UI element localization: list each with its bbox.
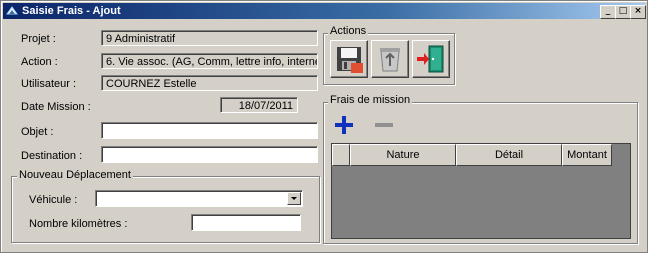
reset-button[interactable] bbox=[371, 40, 409, 78]
frais-title: Frais de mission bbox=[328, 94, 413, 106]
action-label: Action : bbox=[21, 56, 58, 68]
action-field: 6. Vie assoc. (AG, Comm, lettre info, in… bbox=[101, 53, 318, 69]
projet-label: Projet : bbox=[21, 33, 56, 45]
vehicule-select[interactable] bbox=[95, 190, 303, 207]
vehicule-label: Véhicule : bbox=[29, 194, 78, 206]
chevron-down-icon[interactable] bbox=[287, 192, 301, 205]
km-label: Nombre kilomètres : bbox=[29, 218, 128, 230]
deplacement-title: Nouveau Déplacement bbox=[17, 169, 133, 181]
app-icon bbox=[6, 6, 18, 15]
plus-icon bbox=[335, 116, 353, 134]
objet-label: Objet : bbox=[21, 126, 54, 138]
deplacement-group bbox=[11, 176, 320, 243]
remove-frais-button[interactable] bbox=[372, 113, 396, 137]
date-mission-field[interactable]: 18/07/2011 bbox=[220, 97, 298, 113]
minus-icon bbox=[375, 123, 393, 127]
add-frais-button[interactable] bbox=[332, 113, 356, 137]
projet-field: 9 Administratif bbox=[101, 30, 318, 46]
actions-title: Actions bbox=[328, 25, 369, 37]
destination-input[interactable] bbox=[101, 146, 318, 163]
row-header-corner bbox=[332, 144, 350, 166]
exit-door-icon bbox=[417, 45, 444, 73]
destination-label: Destination : bbox=[21, 150, 83, 162]
close-button[interactable]: × bbox=[630, 5, 646, 19]
column-header-montant[interactable]: Montant bbox=[562, 144, 612, 166]
floppy-disk-icon bbox=[337, 47, 363, 73]
window-title: Saisie Frais - Ajout bbox=[22, 5, 121, 17]
frais-grid[interactable]: Nature Détail Montant bbox=[331, 143, 631, 239]
date-mission-label: Date Mission : bbox=[21, 101, 91, 113]
maximize-button[interactable]: □ bbox=[615, 5, 631, 19]
save-button[interactable] bbox=[330, 40, 368, 78]
objet-input[interactable] bbox=[101, 122, 318, 139]
utilisateur-field: COURNEZ Estelle bbox=[101, 75, 318, 91]
km-input[interactable] bbox=[191, 214, 301, 231]
column-header-nature[interactable]: Nature bbox=[350, 144, 456, 166]
column-header-detail[interactable]: Détail bbox=[456, 144, 562, 166]
utilisateur-label: Utilisateur : bbox=[21, 78, 77, 90]
title-bar[interactable]: Saisie Frais - Ajout _ □ × bbox=[3, 3, 646, 19]
recycle-bin-icon bbox=[380, 48, 400, 72]
main-window: Saisie Frais - Ajout _ □ × Projet : 9 Ad… bbox=[0, 0, 648, 253]
exit-button[interactable] bbox=[412, 40, 450, 78]
minimize-button[interactable]: _ bbox=[600, 5, 616, 19]
